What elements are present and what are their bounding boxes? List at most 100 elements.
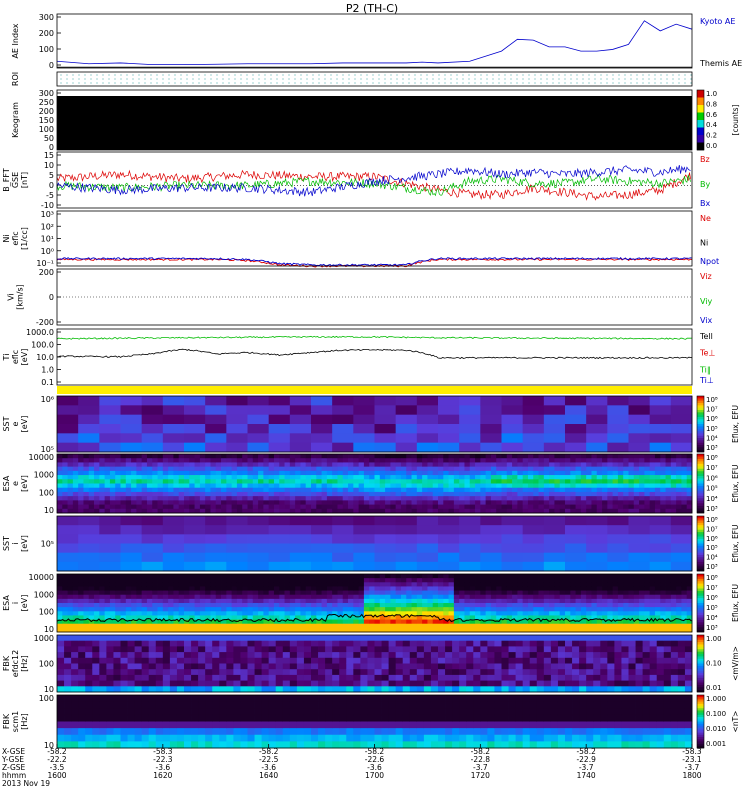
spectro-cell [221,454,227,459]
spectro-cell [544,471,550,476]
spectro-cell [216,591,222,596]
ytick-label: 0 [49,61,54,70]
spectro-cell [602,500,608,505]
spectro-cell [263,458,269,463]
spectro-cell [558,675,565,681]
spectro-cell [179,624,185,629]
spectro-cell [597,492,603,497]
spectro-cell [121,562,143,572]
spectro-cell [263,603,269,608]
spectro-cell [466,669,473,675]
spectro-cell [586,424,608,434]
spectro-cell [68,475,74,480]
spectro-cell [353,582,359,587]
spectro-cell [390,454,396,459]
spectro-cell [343,599,349,604]
spectro-cell [110,505,116,510]
spectro-cell [85,652,92,658]
spectro-cell [304,669,311,675]
spectro-cell [597,496,603,501]
chart-title: P2 (TH-C) [346,2,398,15]
spectro-cell [644,607,650,612]
spectro-cell [89,454,95,459]
spectro-cell [639,454,645,459]
spectro-cell [412,462,418,467]
spectro-cell [533,582,539,587]
spectro-cell [290,534,312,544]
spectro-cell [232,475,238,480]
spectro-cell [318,652,325,658]
spectro-cell [593,641,600,647]
spectro-cell [121,675,128,681]
spectro-cell [650,582,656,587]
spectro-cell [560,586,566,591]
spectro-cell [147,586,153,591]
roi-dot [553,79,554,80]
spectro-cell [422,611,428,616]
spectro-cell [135,664,142,670]
spectro-cell [367,635,374,641]
spectro-cell [486,496,492,501]
spectro-cell [200,582,206,587]
spectro-cell [168,479,174,484]
spectro-cell [121,624,127,629]
spectro-cell [73,471,79,476]
spectro-cell [255,652,262,658]
roi-dot [619,83,620,84]
spectro-cell [581,500,587,505]
roi-dot [295,83,296,84]
spectro-cell [530,681,537,687]
spectro-cell [327,454,333,459]
spectro-cell [274,458,280,463]
spectro-cell [258,471,264,476]
spectro-cell [189,586,195,591]
spectro-cell [644,462,650,467]
spectro-cell [560,603,566,608]
spectro-cell [475,492,481,497]
spectro-cell [655,475,661,480]
roi-dot [163,79,164,80]
spectro-cell [142,479,148,484]
spectro-cell [586,669,593,675]
spectro-cell [248,658,255,664]
roi-dot [529,79,530,80]
spectro-cell [364,484,370,489]
roi-dot [169,79,170,80]
spectro-cell [226,424,248,434]
spectro-cell [650,586,656,591]
spectro-cell [454,624,460,629]
spectro-cell [240,669,247,675]
spectro-cell [353,562,375,572]
spectro-cell [99,467,105,472]
spectro-cell [121,454,127,459]
spectro-cell [156,646,163,652]
spectro-cell [576,578,582,583]
roi-dot [307,79,308,80]
spectro-cell [57,599,63,604]
spectro-cell [290,405,312,415]
spectro-cell [676,591,682,596]
spectro-cell [537,658,544,664]
spectro-cell [233,635,240,641]
spectro-cell [466,675,473,681]
spectro-cell [327,500,333,505]
spectro-cell [544,664,551,670]
spectro-cell [454,591,460,596]
spectro-cell [671,415,693,425]
spectro-cell [369,578,375,583]
spectro-cell [279,591,285,596]
spectro-cell [121,516,143,526]
spectro-cell [496,611,502,616]
spectro-cell [233,664,240,670]
spectro-cell [544,424,566,434]
ylabel-keogram: Keogram [11,102,20,138]
spectro-cell [152,582,158,587]
spectro-cell [445,664,452,670]
spectro-cell [464,586,470,591]
ylabel-fbk_b: FBKscm1[Hz] [2,711,29,732]
spectro-cell [110,595,116,600]
spectro-cell [89,603,95,608]
spectro-cell [459,615,465,620]
spectro-cell [618,595,624,600]
spectro-cell [184,516,206,526]
